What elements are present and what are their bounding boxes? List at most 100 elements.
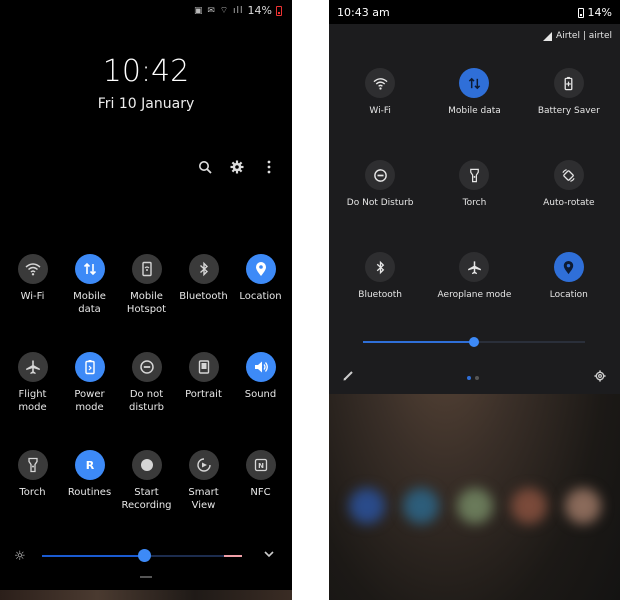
smart-view-icon[interactable] (188, 450, 219, 480)
tile-aeroplane-mode[interactable]: Aeroplane mode (429, 252, 519, 344)
screenshot-comparison: ▣ ✉ ⌔ ıll 14% 10:42 Fri 10 January Wi-Fi… (0, 0, 620, 600)
tile-mobile-hotspot[interactable]: Mobile Hotspot (118, 254, 175, 352)
location-pin-icon[interactable] (245, 254, 276, 284)
tile-label: Torch (462, 198, 487, 208)
bluetooth-icon[interactable] (365, 252, 396, 282)
location-pin-icon[interactable] (553, 252, 584, 282)
tile-battery-saver[interactable]: Battery Saver (524, 68, 614, 160)
svg-text:R: R (85, 459, 94, 472)
routines-icon[interactable]: R (74, 450, 105, 480)
status-time: 10:43 am (337, 6, 390, 19)
gear-icon[interactable] (594, 370, 606, 385)
tile-row: Wi-Fi Mobile data Battery Saver (329, 68, 620, 160)
wifi-icon[interactable] (365, 68, 396, 98)
tile-label: Smart View (188, 487, 219, 511)
carrier-name: Airtel | airtel (556, 31, 612, 41)
status-icons: ▣ ✉ ⌔ ıll (193, 6, 244, 16)
tile-bluetooth[interactable]: Bluetooth (335, 252, 425, 344)
portrait-icon[interactable] (188, 352, 219, 382)
tile-power-mode[interactable]: Power mode (61, 352, 118, 450)
chevron-down-icon[interactable] (264, 548, 274, 561)
tile-mobile-data[interactable]: Mobile data (61, 254, 118, 352)
tile-label: Do not disturb (128, 389, 165, 413)
panel-drag-handle[interactable] (140, 576, 152, 578)
stock-tile-grid: Wi-Fi Mobile data Battery Saver Do Not Dist… (329, 68, 620, 344)
signal-icon (543, 31, 553, 41)
minus-circle-icon[interactable] (131, 352, 162, 382)
tile-nfc[interactable]: N NFC (232, 450, 289, 548)
quick-settings-panel: Airtel | airtel Wi-Fi Mobile data Battery … (329, 24, 620, 394)
tile-label: Wi-Fi (369, 106, 391, 116)
tile-wifi[interactable]: Wi-Fi (4, 254, 61, 352)
tile-label: Torch (19, 487, 46, 498)
tile-label: Location (549, 290, 588, 300)
search-icon[interactable] (196, 158, 214, 176)
gear-icon[interactable] (228, 158, 246, 176)
page-dot-active (467, 376, 471, 380)
brightness-slider-thumb[interactable] (138, 549, 151, 562)
battery-low-icon (276, 5, 282, 16)
tile-routines[interactable]: R Routines (61, 450, 118, 548)
speaker-icon[interactable] (245, 352, 276, 382)
data-arrows-icon[interactable] (74, 254, 105, 284)
brightness-slider[interactable] (363, 336, 585, 348)
tile-wifi[interactable]: Wi-Fi (335, 68, 425, 160)
carrier-info: Airtel | airtel (543, 31, 612, 41)
tile-mobile-data[interactable]: Mobile data (429, 68, 519, 160)
tile-auto-rotate[interactable]: Auto-rotate (524, 160, 614, 252)
tile-label: Sound (244, 389, 277, 400)
hotspot-icon[interactable] (131, 254, 162, 284)
tile-row: Wi-Fi Mobile data Mobile Hotspot Bluetooth L… (4, 254, 288, 352)
minus-circle-icon[interactable] (365, 160, 396, 190)
tile-torch[interactable]: Torch (429, 160, 519, 252)
brightness-sun-icon: ☼ (14, 549, 26, 564)
tile-location[interactable]: Location (524, 252, 614, 344)
tile-bluetooth[interactable]: Bluetooth (175, 254, 232, 352)
panel-toolbar (196, 158, 278, 176)
tile-location[interactable]: Location (232, 254, 289, 352)
tile-label: Power mode (74, 389, 105, 413)
status-bar: ▣ ✉ ⌔ ıll 14% (194, 4, 282, 17)
edit-pencil-icon[interactable] (343, 370, 354, 384)
tile-label: Mobile Hotspot (126, 291, 167, 315)
tile-label: Location (239, 291, 282, 302)
airplane-icon[interactable] (17, 352, 48, 382)
battery-icon (577, 7, 584, 18)
tile-smart-view[interactable]: Smart View (175, 450, 232, 548)
torch-icon[interactable] (17, 450, 48, 480)
tile-portrait[interactable]: Portrait (175, 352, 232, 450)
power-mode-icon[interactable] (74, 352, 105, 382)
wifi-icon[interactable] (17, 254, 48, 284)
tile-label: Bluetooth (358, 290, 402, 300)
torch-icon[interactable] (459, 160, 490, 190)
bluetooth-icon[interactable] (188, 254, 219, 284)
tile-label: Battery Saver (537, 106, 600, 116)
tile-label: Do Not Disturb (346, 198, 414, 208)
tile-row: Flight mode Power mode Do not disturb Portr… (4, 352, 288, 450)
tile-label: Mobile data (73, 291, 106, 315)
samsung-quick-panel: ▣ ✉ ⌔ ıll 14% 10:42 Fri 10 January Wi-Fi… (0, 0, 292, 600)
wallpaper-strip (0, 590, 292, 600)
tile-label: Aeroplane mode (437, 290, 512, 300)
rotate-icon[interactable] (553, 160, 584, 190)
data-arrows-icon[interactable] (459, 68, 490, 98)
tile-start-recording[interactable]: Start Recording (118, 450, 175, 548)
airplane-icon[interactable] (459, 252, 490, 282)
more-options-icon[interactable] (260, 158, 278, 176)
tile-sound[interactable]: Sound (232, 352, 289, 450)
tile-label: Portrait (185, 389, 222, 400)
tile-do-not-disturb[interactable]: Do Not Disturb (335, 160, 425, 252)
battery-saver-icon[interactable] (553, 68, 584, 98)
svg-text:N: N (258, 462, 264, 470)
clock: 10:42 (102, 54, 190, 89)
tile-row: Bluetooth Aeroplane mode Location (329, 252, 620, 344)
tile-do-not-disturb[interactable]: Do not disturb (118, 352, 175, 450)
nfc-icon[interactable]: N (245, 450, 276, 480)
tile-torch[interactable]: Torch (4, 450, 61, 548)
brightness-slider-thumb[interactable] (469, 337, 479, 347)
tile-row: Torch R Routines Start Recording Smart View N… (4, 450, 288, 548)
record-icon[interactable] (131, 450, 162, 480)
tile-label: Mobile data (448, 106, 501, 116)
tile-flight-mode[interactable]: Flight mode (4, 352, 61, 450)
tile-label: Start Recording (121, 487, 172, 511)
